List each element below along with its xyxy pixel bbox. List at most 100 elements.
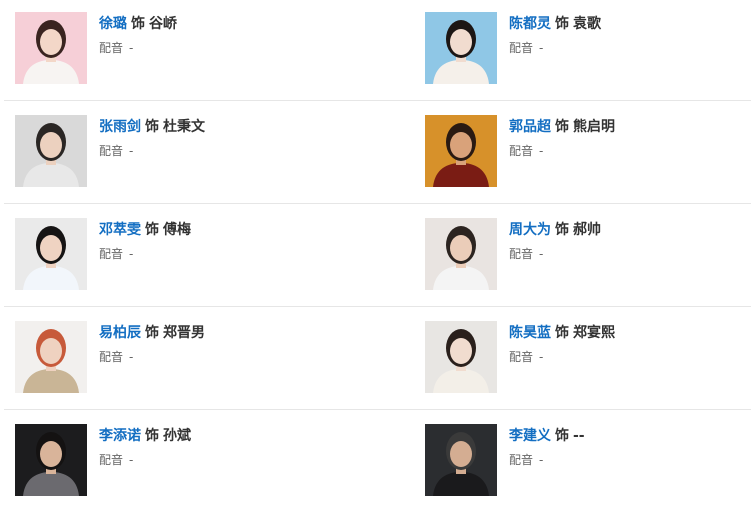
cast-row: 易柏辰饰郑晋男 配音 - 陈昊蓝饰郑宴熙 配音 - [0, 309, 751, 412]
cast-item: 陈都灵饰袁歌 配音 - [425, 12, 745, 86]
actor-photo[interactable] [15, 12, 87, 84]
actor-name-link[interactable]: 陈都灵 [509, 16, 551, 32]
portrait-image [15, 12, 87, 84]
actor-name-link[interactable]: 邓萃雯 [99, 222, 141, 238]
photo-face [40, 132, 62, 158]
row-divider [4, 100, 751, 101]
actor-photo[interactable] [425, 115, 497, 187]
actor-photo[interactable] [15, 321, 87, 393]
role-name: 袁歌 [573, 16, 601, 32]
cast-item: 李建义饰 -- 配音 - [425, 424, 745, 498]
actor-photo[interactable] [425, 218, 497, 290]
cast-item: 张雨剑饰杜秉文 配音 - [15, 115, 395, 189]
cast-item: 郭品超饰熊启明 配音 - [425, 115, 745, 189]
dub-label: 配音 [509, 453, 534, 467]
dub-value: - [129, 41, 134, 55]
dub-value: - [129, 350, 134, 364]
dub-value: - [539, 247, 544, 261]
as-label: 饰 [555, 325, 569, 341]
photo-face [450, 235, 472, 261]
as-label: 饰 [145, 222, 159, 238]
cast-row: 邓萃雯饰傅梅 配音 - 周大为饰郝帅 配音 - [0, 206, 751, 309]
actor-photo[interactable] [15, 218, 87, 290]
actor-name-link[interactable]: 郭品超 [509, 119, 551, 135]
cast-row: 李添诺饰孙斌 配音 - 李建义饰 -- 配音 - [0, 412, 751, 515]
photo-face [40, 29, 62, 55]
cast-info: 郭品超饰熊启明 配音 - [509, 117, 615, 159]
dub-value: - [539, 453, 544, 467]
actor-photo[interactable] [425, 12, 497, 84]
dub-value: - [129, 247, 134, 261]
portrait-image [15, 115, 87, 187]
cast-info: 张雨剑饰杜秉文 配音 - [99, 117, 205, 159]
role-name: 孙斌 [163, 428, 191, 444]
cast-row: 张雨剑饰杜秉文 配音 - 郭品超饰熊启明 配音 - [0, 103, 751, 206]
photo-face [40, 235, 62, 261]
role-name: 傅梅 [163, 222, 191, 238]
role-name: 郝帅 [573, 222, 601, 238]
dub-label: 配音 [509, 247, 534, 261]
dub-value: - [539, 41, 544, 55]
cast-item: 周大为饰郝帅 配音 - [425, 218, 745, 292]
as-label: 饰 [555, 16, 569, 32]
photo-face [450, 338, 472, 364]
cast-info: 邓萃雯饰傅梅 配音 - [99, 220, 191, 262]
actor-name-link[interactable]: 张雨剑 [99, 119, 141, 135]
actor-name-link[interactable]: 周大为 [509, 222, 551, 238]
portrait-image [425, 321, 497, 393]
portrait-image [15, 424, 87, 496]
cast-item: 陈昊蓝饰郑宴熙 配音 - [425, 321, 745, 395]
portrait-image [425, 218, 497, 290]
actor-name-link[interactable]: 陈昊蓝 [509, 325, 551, 341]
row-divider [4, 306, 751, 307]
as-label: 饰 [145, 119, 159, 135]
actor-photo[interactable] [425, 424, 497, 496]
as-label: 饰 [555, 119, 569, 135]
cast-item: 徐璐饰谷峤 配音 - [15, 12, 395, 86]
actor-photo[interactable] [15, 115, 87, 187]
cast-info: 李添诺饰孙斌 配音 - [99, 426, 191, 468]
cast-item: 邓萃雯饰傅梅 配音 - [15, 218, 395, 292]
cast-item: 李添诺饰孙斌 配音 - [15, 424, 395, 498]
portrait-image [425, 424, 497, 496]
actor-name-link[interactable]: 李建义 [509, 428, 551, 444]
role-name: 熊启明 [573, 119, 615, 135]
role-name: 杜秉文 [163, 119, 205, 135]
as-label: 饰 [145, 325, 159, 341]
dub-value: - [539, 144, 544, 158]
dub-label: 配音 [509, 41, 534, 55]
photo-face [450, 441, 472, 467]
role-name: -- [573, 428, 585, 444]
cast-list: 徐璐饰谷峤 配音 - 陈都灵饰袁歌 配音 - 张雨剑 饰 杜秉文 配音 - 郭品… [0, 0, 751, 515]
dub-label: 配音 [99, 350, 124, 364]
as-label: 饰 [555, 428, 569, 444]
as-label: 饰 [555, 222, 569, 238]
photo-face [450, 29, 472, 55]
dub-label: 配音 [99, 41, 124, 55]
cast-info: 周大为饰郝帅 配音 - [509, 220, 601, 262]
photo-face [40, 338, 62, 364]
cast-info: 易柏辰饰郑晋男 配音 - [99, 323, 205, 365]
portrait-image [425, 115, 497, 187]
actor-name-link[interactable]: 易柏辰 [99, 325, 141, 341]
actor-photo[interactable] [15, 424, 87, 496]
role-name: 郑晋男 [163, 325, 205, 341]
actor-photo[interactable] [425, 321, 497, 393]
cast-row: 徐璐饰谷峤 配音 - 陈都灵饰袁歌 配音 - [0, 0, 751, 103]
portrait-image [425, 12, 497, 84]
photo-face [450, 132, 472, 158]
dub-label: 配音 [99, 453, 124, 467]
cast-info: 徐璐饰谷峤 配音 - [99, 14, 177, 56]
row-divider [4, 203, 751, 204]
portrait-image [15, 321, 87, 393]
dub-label: 配音 [509, 144, 534, 158]
dub-label: 配音 [99, 144, 124, 158]
cast-info: 陈都灵饰袁歌 配音 - [509, 14, 601, 56]
actor-name-link[interactable]: 李添诺 [99, 428, 141, 444]
cast-info: 李建义饰 -- 配音 - [509, 426, 585, 468]
cast-item: 易柏辰饰郑晋男 配音 - [15, 321, 395, 395]
dub-value: - [539, 350, 544, 364]
dub-label: 配音 [509, 350, 534, 364]
actor-name-link[interactable]: 徐璐 [99, 16, 127, 32]
cast-info: 陈昊蓝饰郑宴熙 配音 - [509, 323, 615, 365]
